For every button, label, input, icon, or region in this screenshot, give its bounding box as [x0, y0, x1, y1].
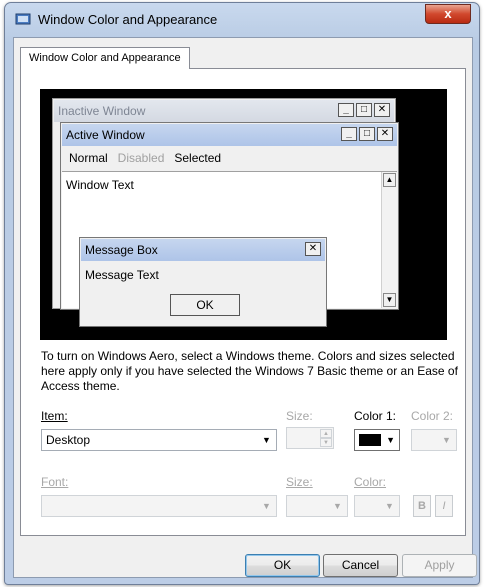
spin-down-icon[interactable]: ▼	[320, 438, 332, 447]
message-text: Message Text	[85, 268, 159, 282]
message-box-ok-button[interactable]: OK	[170, 294, 240, 316]
inactive-window-title[interactable]: Inactive Window _ □ ✕	[54, 100, 394, 122]
chevron-down-icon: ▼	[442, 435, 451, 445]
italic-button[interactable]: I	[435, 495, 453, 517]
color2-label: Color 2:	[411, 409, 454, 423]
minimize-icon: _	[341, 127, 357, 141]
font-select[interactable]: ▼	[41, 495, 277, 517]
appearance-preview[interactable]: Inactive Window _ □ ✕ Active Window _ □ …	[40, 89, 447, 340]
dialog-client-area: Window Color and Appearance Inactive Win…	[13, 37, 477, 578]
font-color-picker[interactable]: ▼	[354, 495, 400, 517]
inactive-caption-buttons: _ □ ✕	[338, 103, 390, 117]
font-size-select[interactable]: ▼	[286, 495, 348, 517]
color1-label: Color 1:	[354, 409, 397, 423]
close-button[interactable]: x	[425, 4, 471, 24]
close-icon: ✕	[374, 103, 390, 117]
message-box-title-text: Message Box	[85, 243, 158, 257]
color1-swatch	[359, 434, 381, 446]
active-caption-buttons: _ □ ✕	[341, 127, 393, 141]
close-icon: ✕	[377, 127, 393, 141]
ok-button[interactable]: OK	[245, 554, 320, 577]
menu-selected[interactable]: Selected	[174, 151, 221, 165]
scroll-down-icon[interactable]: ▼	[383, 293, 396, 307]
chevron-down-icon: ▼	[262, 435, 271, 445]
minimize-icon: _	[338, 103, 354, 117]
maximize-icon: □	[356, 103, 372, 117]
active-window-title[interactable]: Active Window _ □ ✕	[62, 124, 397, 146]
message-box-preview[interactable]: Message Box ✕ Message Text OK	[79, 237, 327, 327]
tab-panel: Inactive Window _ □ ✕ Active Window _ □ …	[20, 68, 466, 536]
window-title: Window Color and Appearance	[38, 12, 218, 27]
tab-window-color-and-appearance[interactable]: Window Color and Appearance	[20, 47, 190, 69]
bold-button[interactable]: B	[413, 495, 431, 517]
window-text: Window Text	[66, 178, 134, 192]
message-box-caption-buttons: ✕	[305, 242, 321, 256]
close-icon: ✕	[305, 242, 321, 256]
scroll-up-icon[interactable]: ▲	[383, 173, 396, 187]
apply-button[interactable]: Apply	[402, 554, 477, 577]
vertical-scrollbar[interactable]: ▲ ▼	[381, 172, 397, 308]
cancel-button[interactable]: Cancel	[323, 554, 398, 577]
message-box-title[interactable]: Message Box ✕	[81, 239, 325, 261]
menu-disabled[interactable]: Disabled	[118, 151, 165, 165]
app-icon	[15, 13, 31, 25]
color2-picker[interactable]: ▼	[411, 429, 457, 451]
chevron-down-icon: ▼	[386, 435, 395, 445]
appearance-dialog: Window Color and Appearance x Window Col…	[4, 2, 480, 585]
item-select[interactable]: Desktop ▼	[41, 429, 277, 451]
chevron-down-icon: ▼	[333, 501, 342, 511]
chevron-down-icon: ▼	[262, 501, 271, 511]
font-color-label: Color:	[354, 475, 387, 489]
maximize-icon: □	[359, 127, 375, 141]
menu-normal[interactable]: Normal	[69, 151, 108, 165]
chevron-down-icon: ▼	[385, 501, 394, 511]
item-select-value: Desktop	[46, 433, 91, 447]
spin-up-icon[interactable]: ▲	[320, 429, 332, 438]
item-size-spinner[interactable]: ▲ ▼	[286, 427, 334, 449]
aero-description: To turn on Windows Aero, select a Window…	[41, 349, 458, 393]
font-size-label: Size:	[286, 475, 313, 489]
title-bar[interactable]: Window Color and Appearance x	[5, 3, 479, 37]
item-label: Item:	[41, 409, 68, 423]
preview-menu-bar: Normal Disabled Selected	[69, 151, 221, 165]
inactive-window-title-text: Inactive Window	[58, 104, 146, 118]
color1-picker[interactable]: ▼	[354, 429, 400, 451]
item-size-label: Size:	[286, 409, 313, 423]
active-window-title-text: Active Window	[66, 128, 145, 142]
font-label: Font:	[41, 475, 69, 489]
